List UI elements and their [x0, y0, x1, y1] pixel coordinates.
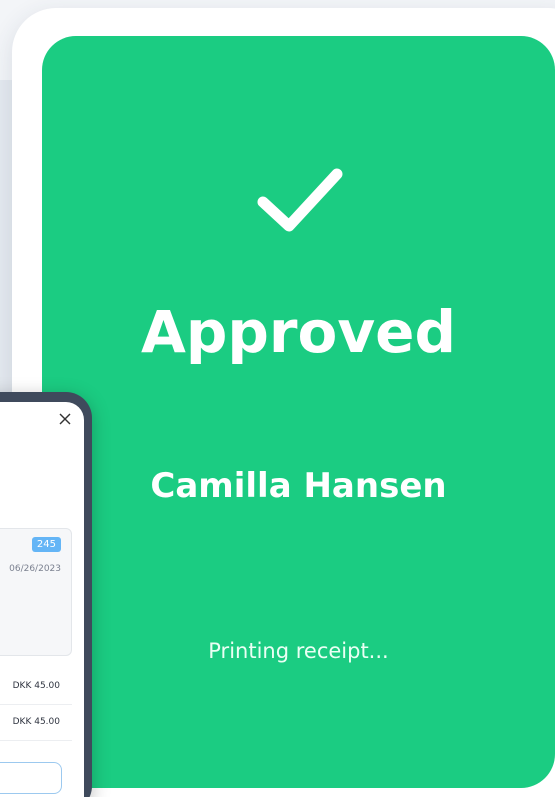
screen-stage: Approved Camilla Hansen Printing receipt…	[0, 0, 555, 797]
order-card[interactable]: 245 06/26/2023	[0, 528, 72, 656]
order-tablet-frame: 245 06/26/2023 DKK 45.00 DKK 45.00	[0, 392, 92, 797]
line-item: DKK 45.00	[0, 672, 72, 705]
line-item-amount: DKK 45.00	[12, 681, 60, 691]
line-item: DKK 45.00	[0, 708, 72, 741]
order-details-popup: 245 06/26/2023 DKK 45.00 DKK 45.00	[0, 402, 84, 797]
terminal-device-frame: Approved Camilla Hansen Printing receipt…	[12, 8, 555, 797]
line-item-amount: DKK 45.00	[12, 717, 60, 727]
close-icon[interactable]	[58, 412, 72, 426]
checkmark-icon	[257, 168, 343, 232]
customer-name: Camilla Hansen	[150, 466, 447, 506]
payment-status-title: Approved	[140, 298, 457, 366]
payment-result-screen: Approved Camilla Hansen Printing receipt…	[42, 36, 555, 788]
order-date: 06/26/2023	[9, 564, 61, 574]
order-number-badge: 245	[31, 537, 61, 552]
status-message: Printing receipt...	[208, 639, 389, 663]
popup-action-button[interactable]	[0, 762, 62, 794]
